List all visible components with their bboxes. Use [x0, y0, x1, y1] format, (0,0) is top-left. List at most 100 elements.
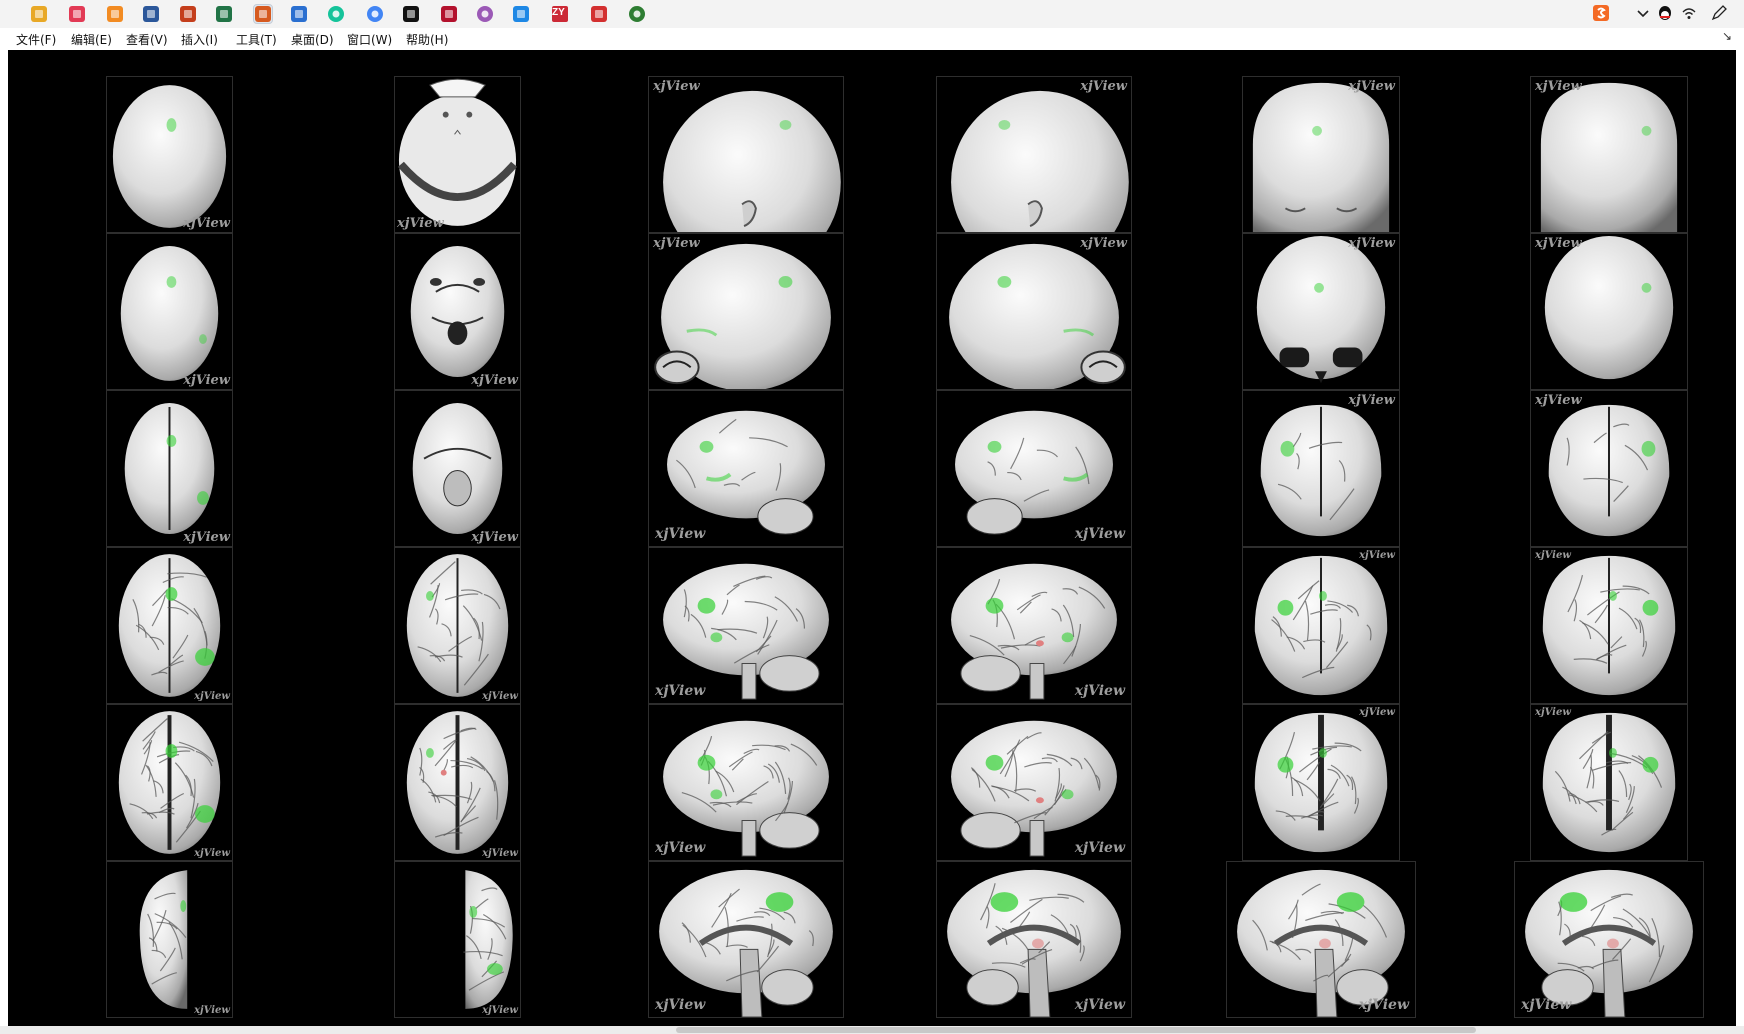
xjview-watermark: xjView — [655, 840, 706, 856]
brain-view-brain-outer-back: xjView — [1530, 390, 1688, 547]
brain-view-medial-section-back: xjView — [1514, 861, 1704, 1018]
brain-view-cortex-top: xjView — [106, 547, 233, 704]
brain-view-skull-bottom: xjView — [394, 233, 521, 390]
window-right-edge — [1736, 28, 1744, 1026]
word-icon[interactable] — [142, 5, 160, 23]
menu-item-5[interactable]: 桌面(D) — [291, 31, 334, 48]
xjview-watermark: xjView — [655, 997, 706, 1013]
app-colorful-icon[interactable] — [476, 5, 494, 23]
brain-view-medial-section-top: xjView — [106, 861, 233, 1018]
wifi-icon[interactable] — [1680, 4, 1698, 24]
xjview-watermark: xjView — [183, 373, 230, 388]
xjview-watermark: xjView — [1535, 550, 1571, 561]
xjview-watermark: xjView — [1535, 236, 1582, 251]
xjview-watermark: xjView — [1074, 683, 1125, 699]
xjview-watermark: xjView — [183, 216, 230, 231]
qq-tray-icon[interactable] — [1656, 4, 1674, 24]
xjview-watermark: xjView — [1348, 236, 1395, 251]
scrollbar-thumb[interactable] — [676, 1027, 1476, 1033]
xjview-watermark: xjView — [482, 1005, 518, 1016]
app-blue-icon[interactable] — [290, 5, 308, 23]
matlab-icon[interactable] — [253, 4, 273, 24]
brain-view-cortex-front: xjView — [1242, 547, 1400, 704]
xjview-watermark: xjView — [655, 526, 706, 542]
brain-view-skull-front: xjView — [1242, 233, 1400, 390]
xjview-watermark: xjView — [653, 79, 700, 94]
xjview-figure: xjView xjView xjView xjView xjView xjView xjVi… — [8, 50, 1736, 1026]
xjview-watermark: xjView — [194, 1005, 230, 1016]
menu-item-7[interactable]: 帮助(H) — [406, 31, 448, 48]
brain-view-inflated-cortex-right: xjView — [936, 704, 1132, 861]
zotero-label: ZY — [552, 7, 565, 18]
brain-view-scalp-bottom: xjView — [394, 76, 521, 233]
brain-view-inflated-cortex-front: xjView — [1242, 704, 1400, 861]
brain-view-cortex-bottom: xjView — [394, 547, 521, 704]
brain-view-medial-section-left: xjView — [648, 861, 844, 1018]
pen-icon[interactable] — [1710, 4, 1728, 24]
xjview-watermark: xjView — [1074, 526, 1125, 542]
brain-view-inflated-cortex-bottom: xjView — [394, 704, 521, 861]
powerpoint-icon[interactable] — [179, 5, 197, 23]
sogou-input-icon[interactable] — [1592, 4, 1610, 24]
brain-view-inflated-cortex-top: xjView — [106, 704, 233, 861]
xjview-watermark: xjView — [1074, 997, 1125, 1013]
xjview-watermark: xjView — [1535, 707, 1571, 718]
menu-item-2[interactable]: 查看(V) — [126, 31, 168, 48]
brain-view-skull-back: xjView — [1530, 233, 1688, 390]
app-blue-square-icon[interactable] — [512, 5, 530, 23]
brain-view-scalp-top: xjView — [106, 76, 233, 233]
zotero-icon[interactable]: ZY — [551, 5, 569, 23]
xjview-watermark: xjView — [1074, 840, 1125, 856]
menu-bar: ↘ 文件(F) 编辑(E) 查看(V) 插入(I) 工具(T) 桌面(D) 窗口(W) 帮助(… — [8, 28, 1736, 51]
brain-view-scalp-right: xjView — [936, 76, 1132, 233]
brain-view-cortex-right: xjView — [936, 547, 1132, 704]
brain-view-brain-outer-front: xjView — [1242, 390, 1400, 547]
app-red-book-icon[interactable] — [590, 5, 608, 23]
xjview-watermark: xjView — [482, 848, 518, 859]
xjview-watermark: xjView — [653, 236, 700, 251]
xjview-watermark: xjView — [471, 373, 518, 388]
brain-view-skull-top: xjView — [106, 233, 233, 390]
file-explorer-icon[interactable] — [30, 5, 48, 23]
brain-view-scalp-front: xjView — [1242, 76, 1400, 233]
brain-view-skull-left: xjView — [648, 233, 844, 390]
xjview-watermark: xjView — [183, 530, 230, 545]
brain-view-medial-section-bottom: xjView — [394, 861, 521, 1018]
app-green-icon[interactable] — [628, 5, 646, 23]
brain-view-brain-outer-bottom: xjView — [394, 390, 521, 547]
menu-item-3[interactable]: 插入(I) — [181, 31, 218, 48]
brain-view-scalp-left: xjView — [648, 76, 844, 233]
xjview-watermark: xjView — [1080, 79, 1127, 94]
xjview-watermark: xjView — [1348, 393, 1395, 408]
brain-view-scalp-back: xjView — [1530, 76, 1688, 233]
xjview-watermark: xjView — [482, 691, 518, 702]
brain-view-skull-right: xjView — [936, 233, 1132, 390]
xjview-watermark: xjView — [1359, 707, 1395, 718]
grammarly-icon[interactable] — [327, 5, 345, 23]
menu-collapse-icon[interactable]: ↘ — [1722, 29, 1732, 43]
excel-icon[interactable] — [215, 5, 233, 23]
menu-item-6[interactable]: 窗口(W) — [347, 31, 392, 48]
qq-icon[interactable] — [402, 5, 420, 23]
menu-item-1[interactable]: 编辑(E) — [71, 31, 112, 48]
xjview-watermark: xjView — [471, 530, 518, 545]
brain-view-brain-outer-top: xjView — [106, 390, 233, 547]
taskbar: ZY — [0, 0, 1744, 28]
brain-view-brain-outer-right: xjView — [936, 390, 1132, 547]
menu-item-0[interactable]: 文件(F) — [16, 31, 56, 48]
menu-item-4[interactable]: 工具(T) — [236, 31, 277, 48]
mendeley-icon[interactable] — [440, 5, 458, 23]
app-orange-icon[interactable] — [106, 5, 124, 23]
xjview-watermark: xjView — [655, 683, 706, 699]
app-red-grid-icon[interactable] — [68, 5, 86, 23]
xjview-watermark: xjView — [1521, 997, 1572, 1013]
chevron-down-icon[interactable] — [1634, 4, 1652, 24]
xjview-watermark: xjView — [194, 691, 230, 702]
xjview-watermark: xjView — [1535, 79, 1582, 94]
brain-view-inflated-cortex-left: xjView — [648, 704, 844, 861]
brain-view-inflated-cortex-back: xjView — [1530, 704, 1688, 861]
xjview-watermark: xjView — [1359, 550, 1395, 561]
xjview-watermark: xjView — [1348, 79, 1395, 94]
chrome-icon[interactable] — [366, 5, 384, 23]
xjview-watermark: xjView — [194, 848, 230, 859]
